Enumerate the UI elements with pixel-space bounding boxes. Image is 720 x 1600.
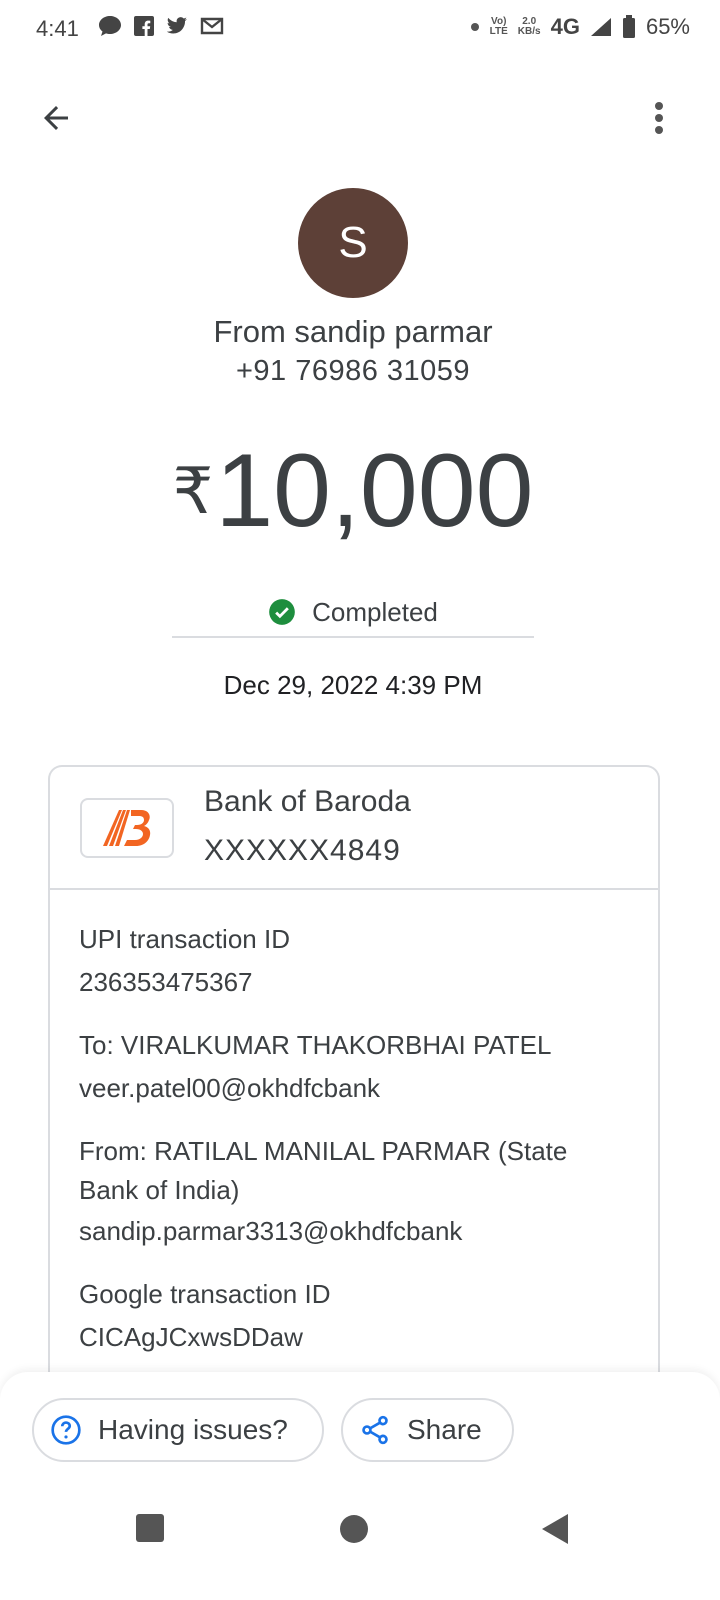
from-upi-address: sandip.parmar3313@okhdfcbank [79,1216,463,1246]
system-indicators: Vo) LTE 2.0 KB/s 4G 65% [470,14,690,40]
sender-name: From sandip parmar [213,314,493,349]
from-label-line2: Bank of India) [79,1175,240,1205]
transaction-status: Completed [172,588,534,636]
avatar: S [298,188,408,298]
having-issues-label: Having issues? [98,1414,288,1445]
sender-phone: +91 76986 31059 [235,355,471,387]
to-label: To: VIRALKUMAR THAKORBHAI PATEL [79,1030,552,1060]
battery-icon [622,15,635,38]
google-id-value: CICAgJCxwsDDaw [79,1322,303,1352]
arrow-back-icon [44,106,68,130]
from-label-line1: From: RATILAL MANILAL PARMAR (State [79,1136,568,1166]
bank-of-baroda-logo-icon [103,810,151,846]
upi-id-value: 236353475367 [79,967,253,997]
network-type: 4G [550,14,580,39]
amount: ₹10,000 [0,436,706,546]
home-nav-button[interactable] [340,1515,368,1543]
bank-account: XXXXXX4849 [204,834,401,867]
avatar-letter: S [338,218,368,267]
share-icon [362,1415,388,1445]
battery-level: 65% [645,14,690,39]
status-bar: 4:41 Vo) LTE 2.0 KB/s 4G 65% [0,0,720,64]
signal-icon [590,18,611,36]
gmail-icon [200,17,224,35]
status-label: Completed [312,596,438,627]
more-options-button[interactable] [638,92,680,144]
check-circle-icon [269,599,295,625]
card-divider [48,888,658,890]
upi-id-label: UPI transaction ID [79,924,290,954]
message-icon [99,16,121,36]
network-speed: 2.0 KB/s [517,16,541,37]
help-circle-icon [51,1415,81,1445]
more-vert-icon [655,102,663,134]
back-nav-button[interactable] [540,1513,570,1550]
triangle-back-icon [542,1514,568,1544]
currency-symbol: ₹ [172,455,214,527]
bank-logo [80,798,174,858]
status-time: 4:41 [36,16,79,41]
dot-icon [470,23,479,31]
recents-nav-button[interactable] [136,1514,164,1542]
share-label: Share [407,1414,482,1445]
status-divider [172,636,534,638]
google-id-label: Google transaction ID [79,1279,331,1309]
notification-icons [98,15,224,37]
bank-name: Bank of Baroda [204,785,411,818]
transaction-date: Dec 29, 2022 4:39 PM [223,670,483,700]
share-button[interactable]: Share [341,1398,514,1462]
back-button[interactable] [30,92,82,144]
facebook-icon [134,16,154,36]
to-upi-address: veer.patel00@okhdfcbank [79,1073,381,1103]
volte-indicator: Vo) LTE [489,16,508,37]
twitter-icon [166,17,187,34]
having-issues-button[interactable]: Having issues? [32,1398,324,1462]
amount-value: 10,000 [215,433,534,549]
